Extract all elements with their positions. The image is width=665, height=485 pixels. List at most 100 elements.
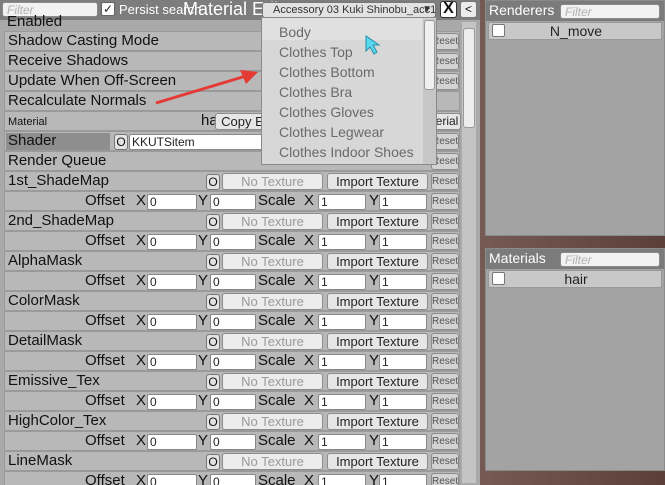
scale-y-field[interactable]: 1 xyxy=(379,234,427,250)
offset-y-field[interactable]: 0 xyxy=(210,274,256,290)
accessory-dropdown[interactable]: Accessory 03 Kuki Shinobu_acc1 ▼ xyxy=(262,2,436,18)
offset-scale-reset-button[interactable]: Reset xyxy=(431,193,459,210)
texture-reset-button[interactable]: Reset xyxy=(431,333,459,350)
texture-o-button[interactable]: O xyxy=(206,334,220,350)
offset-scale-reset-button[interactable]: Reset xyxy=(431,433,459,450)
menu-item-clothes-legwear[interactable]: Clothes Legwear xyxy=(279,124,384,140)
scale-y-field[interactable]: 1 xyxy=(379,274,427,290)
no-texture-button[interactable]: No Texture xyxy=(222,293,323,310)
offset-scale-reset-button[interactable]: Reset xyxy=(431,393,459,410)
offset-x-field[interactable]: 0 xyxy=(147,354,197,370)
main-scrollbar-thumb[interactable] xyxy=(463,28,475,128)
scale-y-field[interactable]: 1 xyxy=(379,194,427,210)
offset-label: Offset xyxy=(85,432,125,449)
offset-scale-reset-button[interactable]: Reset xyxy=(431,313,459,330)
offset-y-field[interactable]: 0 xyxy=(210,434,256,450)
scale-y-field[interactable]: 1 xyxy=(379,354,427,370)
import-texture-button[interactable]: Import Texture xyxy=(327,333,428,350)
offset-x-field[interactable]: 0 xyxy=(147,194,197,210)
renderer-item[interactable]: N_move xyxy=(488,22,662,40)
import-texture-button[interactable]: Import Texture xyxy=(327,373,428,390)
materials-filter-input[interactable]: Filter xyxy=(560,252,660,267)
scale-y-field[interactable]: 1 xyxy=(379,314,427,330)
offset-scale-reset-button[interactable]: Reset xyxy=(431,473,459,485)
texture-reset-button[interactable]: Reset xyxy=(431,173,459,190)
material-item[interactable]: hair xyxy=(488,270,662,288)
no-texture-button[interactable]: No Texture xyxy=(222,253,323,270)
texture-offset-scale-row: Offset X 0 Y 0 Scale X 1 Y 1 Reset xyxy=(4,431,460,451)
menu-item-clothes-bra[interactable]: Clothes Bra xyxy=(279,84,352,100)
texture-reset-button[interactable]: Reset xyxy=(431,373,459,390)
renderer-item-label: N_move xyxy=(549,23,603,39)
no-texture-button[interactable]: No Texture xyxy=(222,213,323,230)
shader-field[interactable]: KKUTSitem xyxy=(129,134,264,150)
close-button[interactable]: X xyxy=(440,1,457,18)
scale-x-field[interactable]: 1 xyxy=(318,314,366,330)
scale-x-field[interactable]: 1 xyxy=(318,354,366,370)
offset-y-field[interactable]: 0 xyxy=(210,474,256,485)
offset-x-field[interactable]: 0 xyxy=(147,434,197,450)
persist-search-checkbox[interactable]: ✓ xyxy=(101,2,115,16)
menu-item-clothes-bottom[interactable]: Clothes Bottom xyxy=(279,64,375,80)
shader-o-button[interactable]: O xyxy=(114,134,128,150)
texture-o-button[interactable]: O xyxy=(206,374,220,390)
no-texture-button[interactable]: No Texture xyxy=(222,333,323,350)
scale-x-field[interactable]: 1 xyxy=(318,194,366,210)
import-texture-button[interactable]: Import Texture xyxy=(327,213,428,230)
texture-o-button[interactable]: O xyxy=(206,214,220,230)
import-texture-button[interactable]: Import Texture xyxy=(327,453,428,470)
menu-item-body[interactable]: Body xyxy=(279,24,311,40)
texture-reset-button[interactable]: Reset xyxy=(431,453,459,470)
texture-o-button[interactable]: O xyxy=(206,414,220,430)
offset-scale-reset-button[interactable]: Reset xyxy=(431,353,459,370)
no-texture-button[interactable]: No Texture xyxy=(222,453,323,470)
import-texture-button[interactable]: Import Texture xyxy=(327,293,428,310)
offset-label: Offset xyxy=(85,232,125,249)
menu-scrollbar-thumb[interactable] xyxy=(424,20,435,90)
no-texture-button[interactable]: No Texture xyxy=(222,173,323,190)
offset-x-field[interactable]: 0 xyxy=(147,314,197,330)
scale-x-field[interactable]: 1 xyxy=(318,474,366,485)
import-texture-button[interactable]: Import Texture xyxy=(327,173,428,190)
offset-x-label: X xyxy=(136,312,147,329)
offset-y-field[interactable]: 0 xyxy=(210,194,256,210)
offset-scale-reset-button[interactable]: Reset xyxy=(431,273,459,290)
renderers-panel: Renderers Filter N_move xyxy=(485,0,665,236)
offset-x-field[interactable]: 0 xyxy=(147,474,197,485)
texture-o-button[interactable]: O xyxy=(206,454,220,470)
main-scrollbar[interactable] xyxy=(462,22,476,483)
offset-x-field[interactable]: 0 xyxy=(147,394,197,410)
renderers-filter-input[interactable]: Filter xyxy=(560,4,660,19)
offset-y-field[interactable]: 0 xyxy=(210,234,256,250)
no-texture-button[interactable]: No Texture xyxy=(222,373,323,390)
no-texture-button[interactable]: No Texture xyxy=(222,413,323,430)
scale-y-field[interactable]: 1 xyxy=(379,434,427,450)
menu-item-clothes-top[interactable]: Clothes Top xyxy=(279,44,353,60)
texture-reset-button[interactable]: Reset xyxy=(431,293,459,310)
import-texture-button[interactable]: Import Texture xyxy=(327,413,428,430)
texture-o-button[interactable]: O xyxy=(206,294,220,310)
offset-y-field[interactable]: 0 xyxy=(210,354,256,370)
offset-y-field[interactable]: 0 xyxy=(210,314,256,330)
texture-reset-button[interactable]: Reset xyxy=(431,253,459,270)
texture-o-button[interactable]: O xyxy=(206,254,220,270)
import-texture-button[interactable]: Import Texture xyxy=(327,253,428,270)
menu-scrollbar[interactable] xyxy=(423,19,436,164)
menu-item-clothes-gloves[interactable]: Clothes Gloves xyxy=(279,104,374,120)
scale-x-field[interactable]: 1 xyxy=(318,274,366,290)
texture-o-button[interactable]: O xyxy=(206,174,220,190)
scale-y-field[interactable]: 1 xyxy=(379,474,427,485)
offset-x-field[interactable]: 0 xyxy=(147,234,197,250)
scale-y-field[interactable]: 1 xyxy=(379,394,427,410)
scale-x-field[interactable]: 1 xyxy=(318,434,366,450)
offset-scale-reset-button[interactable]: Reset xyxy=(431,233,459,250)
menu-item-clothes-indoor-shoes[interactable]: Clothes Indoor Shoes xyxy=(279,144,414,160)
scale-x-field[interactable]: 1 xyxy=(318,394,366,410)
texture-reset-button[interactable]: Reset xyxy=(431,213,459,230)
offset-y-field[interactable]: 0 xyxy=(210,394,256,410)
texture-reset-button[interactable]: Reset xyxy=(431,413,459,430)
scale-x-field[interactable]: 1 xyxy=(318,234,366,250)
texture-name-label: ColorMask xyxy=(8,292,80,309)
offset-x-field[interactable]: 0 xyxy=(147,274,197,290)
collapse-button[interactable]: < xyxy=(460,1,477,18)
